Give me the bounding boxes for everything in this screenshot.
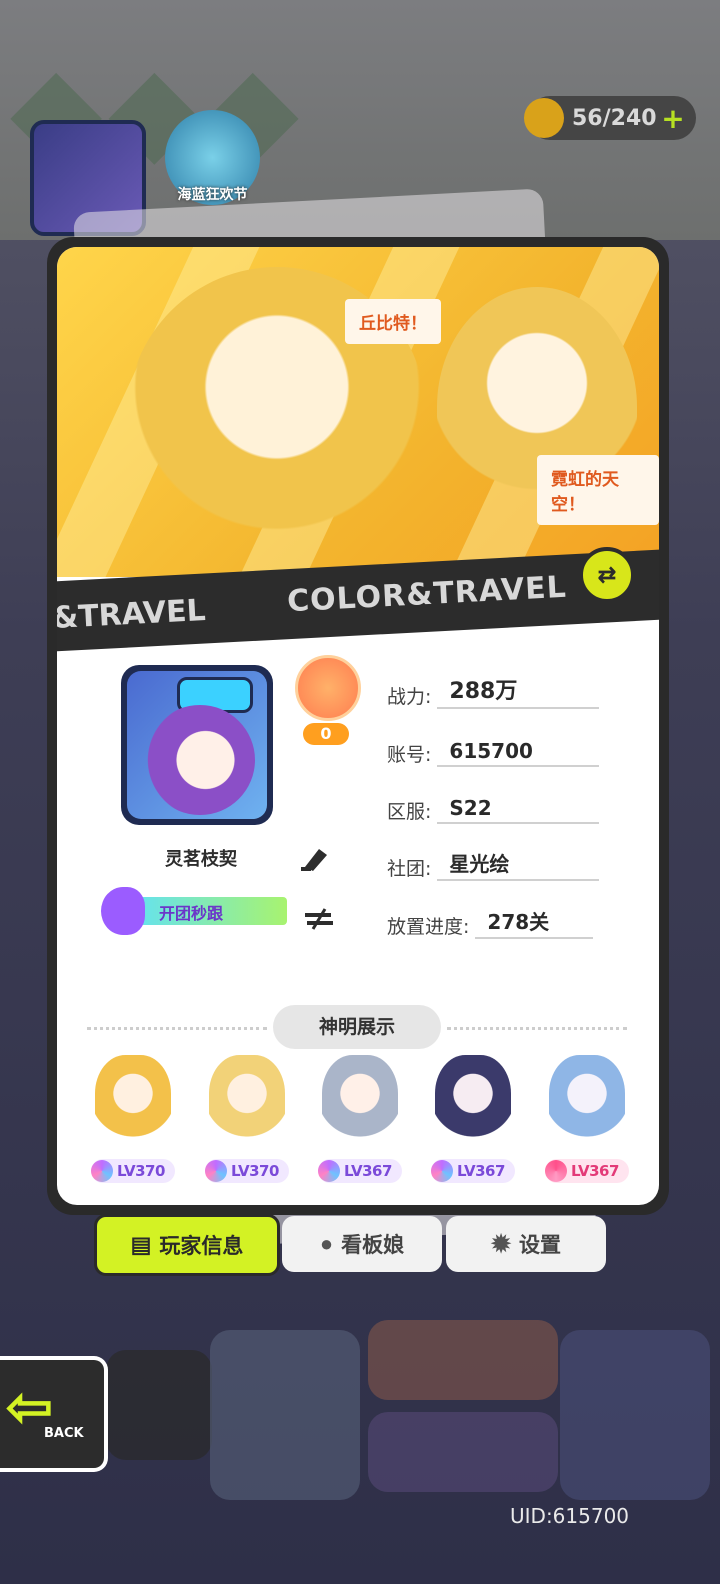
uid-label: UID:615700 bbox=[510, 1504, 630, 1528]
club-button[interactable] bbox=[368, 1320, 558, 1400]
tab-player-info[interactable]: ▤ 玩家信息 bbox=[94, 1214, 280, 1276]
profile-banner: 丘比特！ 霓虹的天空！ bbox=[57, 247, 659, 577]
profile-tabs: ▤ 玩家信息 ● 看板娘 ✹ 设置 bbox=[0, 1214, 720, 1276]
club-label: 社团: bbox=[387, 858, 432, 880]
festival-event-label: 海蓝狂欢节 bbox=[177, 187, 248, 203]
server-value: S22 bbox=[437, 796, 600, 824]
add-energy-button[interactable]: + bbox=[658, 102, 688, 135]
power-label: 战力: bbox=[387, 686, 432, 708]
power-field: 战力: 288万 bbox=[387, 679, 600, 709]
idle-progress-label: 放置进度: bbox=[387, 916, 470, 938]
divider bbox=[447, 1027, 627, 1030]
deity-item[interactable]: LV367 bbox=[539, 1055, 635, 1185]
title-tag-label: 开团秒跟 bbox=[159, 904, 224, 923]
deity-item[interactable]: LV367 bbox=[312, 1055, 408, 1185]
switch-icon: ⇄ bbox=[579, 547, 635, 603]
runner-icon bbox=[101, 887, 145, 935]
deity-level: LV370 bbox=[231, 1162, 279, 1180]
gem-icon bbox=[91, 1160, 113, 1182]
deity-level: LV367 bbox=[344, 1162, 392, 1180]
deity-portrait bbox=[435, 1055, 511, 1151]
gem-icon bbox=[431, 1160, 453, 1182]
deity-level-badge: LV370 bbox=[91, 1159, 175, 1183]
avatar-image bbox=[127, 671, 267, 819]
energy-counter: 56/240 + bbox=[524, 96, 696, 140]
gem-icon bbox=[318, 1160, 340, 1182]
idle-progress-value: 278关 bbox=[475, 906, 594, 939]
tab-mascot[interactable]: ● 看板娘 bbox=[282, 1216, 442, 1272]
deity-level-badge: LV367 bbox=[545, 1159, 629, 1183]
profile-card-body: 丘比特！ 霓虹的天空！ COLOR&TRAVEL &TRAVEL ⇄ 0 灵茗枝… bbox=[57, 247, 659, 1205]
club-value: 星光绘 bbox=[437, 848, 600, 881]
deity-portrait bbox=[209, 1055, 285, 1151]
title-tag-button[interactable]: 开团秒跟 bbox=[97, 883, 287, 939]
tab-player-info-label: 玩家信息 bbox=[159, 1234, 244, 1258]
account-label: 账号: bbox=[387, 744, 432, 766]
shop-button[interactable] bbox=[106, 1350, 212, 1460]
switch-title-icon[interactable] bbox=[301, 905, 337, 933]
avatar-face bbox=[145, 705, 255, 815]
energy-value: 56/240 bbox=[572, 105, 657, 131]
back-button-label: BACK bbox=[44, 1426, 84, 1441]
deity-level-badge: LV370 bbox=[205, 1159, 289, 1183]
deity-item[interactable]: LV367 bbox=[425, 1055, 521, 1185]
gear-icon: ✹ bbox=[490, 1230, 512, 1258]
club-field: 社团: 星光绘 bbox=[387, 848, 600, 881]
player-profile-card: 丘比特！ 霓虹的天空！ COLOR&TRAVEL &TRAVEL ⇄ 0 灵茗枝… bbox=[47, 237, 669, 1215]
server-label: 区服: bbox=[387, 801, 432, 823]
edit-name-icon[interactable] bbox=[299, 845, 331, 873]
summon-button[interactable] bbox=[560, 1330, 710, 1500]
gem-icon bbox=[545, 1160, 567, 1182]
idle-progress-field: 放置进度: 278关 bbox=[387, 906, 594, 939]
account-value: 615700 bbox=[437, 739, 600, 767]
deity-level-badge: LV367 bbox=[318, 1159, 402, 1183]
deity-item[interactable]: LV370 bbox=[199, 1055, 295, 1185]
deity-level: LV367 bbox=[571, 1162, 619, 1180]
rank-value: 0 bbox=[303, 723, 349, 745]
person-icon: ● bbox=[319, 1231, 334, 1256]
rank-badge-icon[interactable] bbox=[295, 655, 361, 721]
deity-portrait bbox=[95, 1055, 171, 1151]
speech-bubble: 霓虹的天空！ bbox=[537, 455, 659, 525]
deity-portrait bbox=[549, 1055, 625, 1151]
player-avatar[interactable] bbox=[121, 665, 273, 825]
account-field: 账号: 615700 bbox=[387, 737, 600, 767]
tab-mascot-label: 看板娘 bbox=[341, 1233, 405, 1257]
gem-icon bbox=[205, 1160, 227, 1182]
power-value: 288万 bbox=[437, 673, 600, 709]
back-button[interactable]: ⇦ BACK bbox=[0, 1356, 108, 1472]
divider bbox=[87, 1027, 267, 1030]
deity-level: LV367 bbox=[457, 1162, 505, 1180]
pets-button[interactable] bbox=[368, 1412, 558, 1492]
player-info-icon: ▤ bbox=[130, 1232, 152, 1257]
energy-icon bbox=[524, 98, 564, 138]
deity-level-badge: LV367 bbox=[431, 1159, 515, 1183]
tab-settings-label: 设置 bbox=[519, 1233, 562, 1257]
deity-portrait bbox=[322, 1055, 398, 1151]
speech-bubble: 丘比特！ bbox=[345, 299, 441, 344]
server-field: 区服: S22 bbox=[387, 794, 600, 824]
player-name: 灵茗枝契 bbox=[165, 849, 237, 870]
tab-settings[interactable]: ✹ 设置 bbox=[446, 1216, 606, 1272]
deity-button[interactable] bbox=[210, 1330, 360, 1500]
deity-item[interactable]: LV370 bbox=[85, 1055, 181, 1185]
deity-section-title: 神明展示 bbox=[273, 1005, 441, 1049]
deity-level: LV370 bbox=[117, 1162, 165, 1180]
